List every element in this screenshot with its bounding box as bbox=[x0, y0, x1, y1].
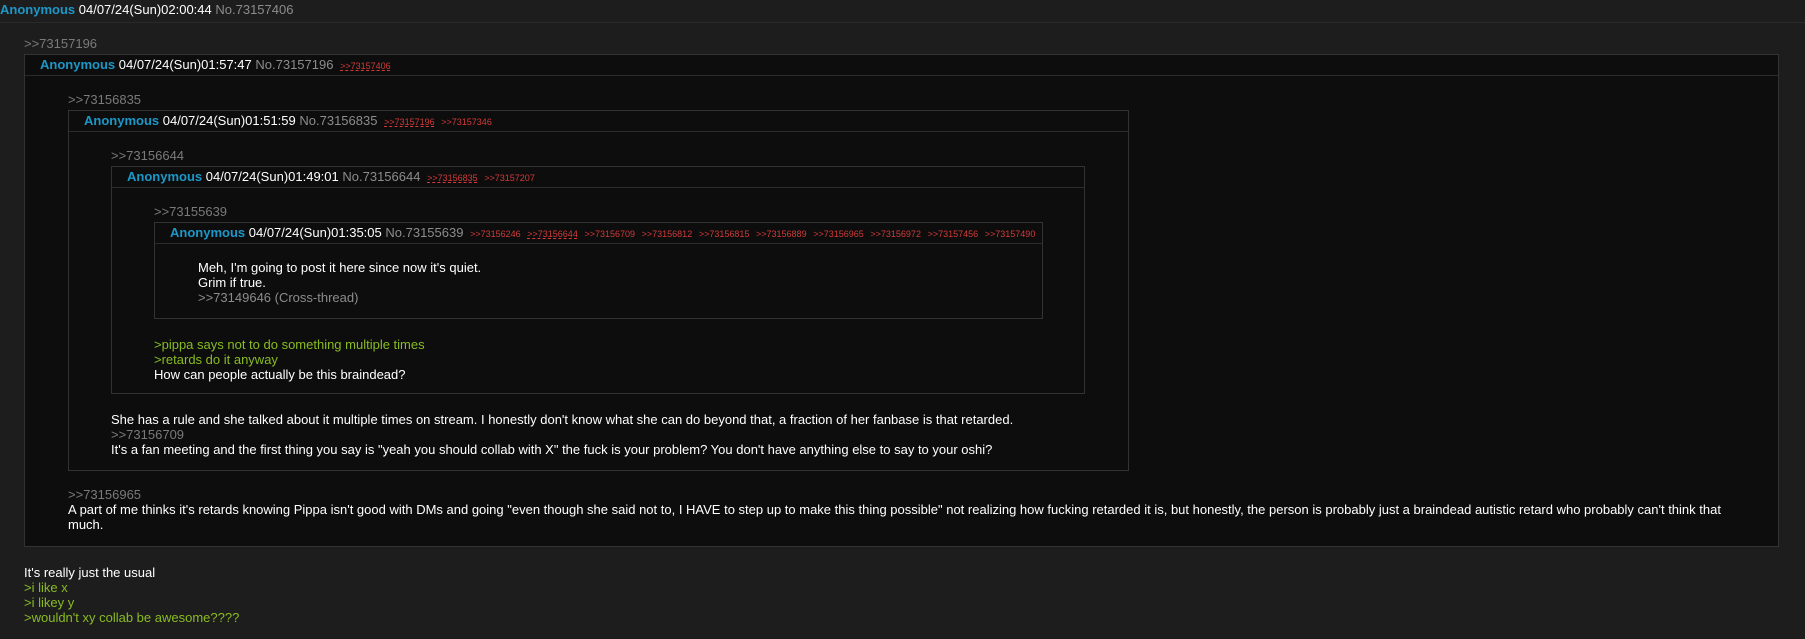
inline-post-73157196: Anonymous 04/07/24(Sun)01:57:47 No.73157… bbox=[24, 54, 1779, 547]
post-header: Anonymous 04/07/24(Sun)01:57:47 No.73157… bbox=[25, 55, 1778, 76]
post-body-line: Grim if true. bbox=[198, 275, 266, 290]
post-header: Anonymous 04/07/24(Sun)01:51:59 No.73156… bbox=[69, 111, 1128, 132]
reply-link[interactable]: >>73156709 bbox=[584, 229, 635, 239]
reply-link[interactable]: >>73157456 bbox=[928, 229, 979, 239]
poster-name: Anonymous bbox=[170, 225, 246, 240]
post-body-line: It's really just the usual bbox=[24, 565, 156, 580]
reply-link[interactable]: >>73157406 bbox=[340, 61, 391, 71]
reply-link[interactable]: >>73157207 bbox=[484, 173, 535, 183]
reply-link[interactable]: >>73157346 bbox=[441, 117, 492, 127]
poster-name: Anonymous bbox=[84, 113, 160, 128]
reply-link[interactable]: >>73156889 bbox=[756, 229, 807, 239]
reply-link[interactable]: >>73156835 bbox=[427, 173, 478, 183]
reply-link[interactable]: >>73156972 bbox=[870, 229, 921, 239]
quote-link[interactable]: >>73156965 bbox=[68, 487, 141, 502]
post-date: 04/07/24(Sun)01:49:01 bbox=[205, 169, 339, 184]
post-number[interactable]: No.73156644 bbox=[342, 169, 420, 184]
post-body-line: Meh, I'm going to post it here since now… bbox=[198, 260, 482, 275]
inline-post-73156644: Anonymous 04/07/24(Sun)01:49:01 No.73156… bbox=[111, 166, 1085, 394]
inline-post-73156835: Anonymous 04/07/24(Sun)01:51:59 No.73156… bbox=[68, 110, 1129, 471]
post-date: 04/07/24(Sun)01:57:47 bbox=[118, 57, 252, 72]
quote-link[interactable]: >>73156709 bbox=[111, 427, 184, 442]
post-body-line: She has a rule and she talked about it m… bbox=[111, 412, 1014, 427]
greentext-line: >wouldn't xy collab be awesome???? bbox=[24, 610, 240, 625]
post-date: 04/07/24(Sun)01:51:59 bbox=[162, 113, 296, 128]
reply-link[interactable]: >>73156246 bbox=[470, 229, 521, 239]
poster-name: Anonymous bbox=[0, 2, 76, 17]
reply-link[interactable]: >>73156815 bbox=[699, 229, 750, 239]
post-body-line: It's a fan meeting and the first thing y… bbox=[111, 442, 993, 457]
post-date: 04/07/24(Sun)02:00:44 bbox=[78, 2, 212, 17]
reply-link[interactable]: >>73156965 bbox=[813, 229, 864, 239]
quote-link[interactable]: >>73157196 bbox=[24, 36, 97, 51]
post-number[interactable]: No.73156835 bbox=[299, 113, 377, 128]
quote-link[interactable]: >>73156644 bbox=[111, 148, 184, 163]
poster-name: Anonymous bbox=[127, 169, 203, 184]
reply-link[interactable]: >>73156644 bbox=[527, 229, 578, 239]
cross-thread-link[interactable]: >>73149646 (Cross-thread) bbox=[198, 290, 358, 305]
inline-post-73155639: Anonymous 04/07/24(Sun)01:35:05 No.73155… bbox=[154, 222, 1043, 319]
greentext-line: >retards do it anyway bbox=[154, 352, 278, 367]
reply-link[interactable]: >>73156812 bbox=[642, 229, 693, 239]
greentext-line: >i like x bbox=[24, 580, 68, 595]
post-number[interactable]: No.73155639 bbox=[385, 225, 463, 240]
post-number[interactable]: No.73157196 bbox=[255, 57, 333, 72]
quote-link[interactable]: >>73156835 bbox=[68, 92, 141, 107]
top-post-header: Anonymous 04/07/24(Sun)02:00:44 No.73157… bbox=[0, 2, 1805, 23]
greentext-line: >i likey y bbox=[24, 595, 75, 610]
post-date: 04/07/24(Sun)01:35:05 bbox=[248, 225, 382, 240]
post-header: Anonymous 04/07/24(Sun)01:35:05 No.73155… bbox=[155, 223, 1042, 244]
post-number[interactable]: No.73157406 bbox=[215, 2, 293, 17]
poster-name: Anonymous bbox=[40, 57, 116, 72]
post-body-text: A part of me thinks it's retards knowing… bbox=[68, 502, 1721, 532]
quote-link[interactable]: >>73155639 bbox=[154, 204, 227, 219]
thread-view: Anonymous 04/07/24(Sun)02:00:44 No.73157… bbox=[0, 0, 1805, 639]
greentext-line: >pippa says not to do something multiple… bbox=[154, 337, 425, 352]
post-header: Anonymous 04/07/24(Sun)01:49:01 No.73156… bbox=[112, 167, 1084, 188]
post-body-line: How can people actually be this braindea… bbox=[154, 367, 406, 382]
top-post-header-line: Anonymous 04/07/24(Sun)02:00:44 No.73157… bbox=[0, 2, 293, 18]
reply-link[interactable]: >>73157490 bbox=[985, 229, 1036, 239]
reply-link[interactable]: >>73157196 bbox=[384, 117, 435, 127]
